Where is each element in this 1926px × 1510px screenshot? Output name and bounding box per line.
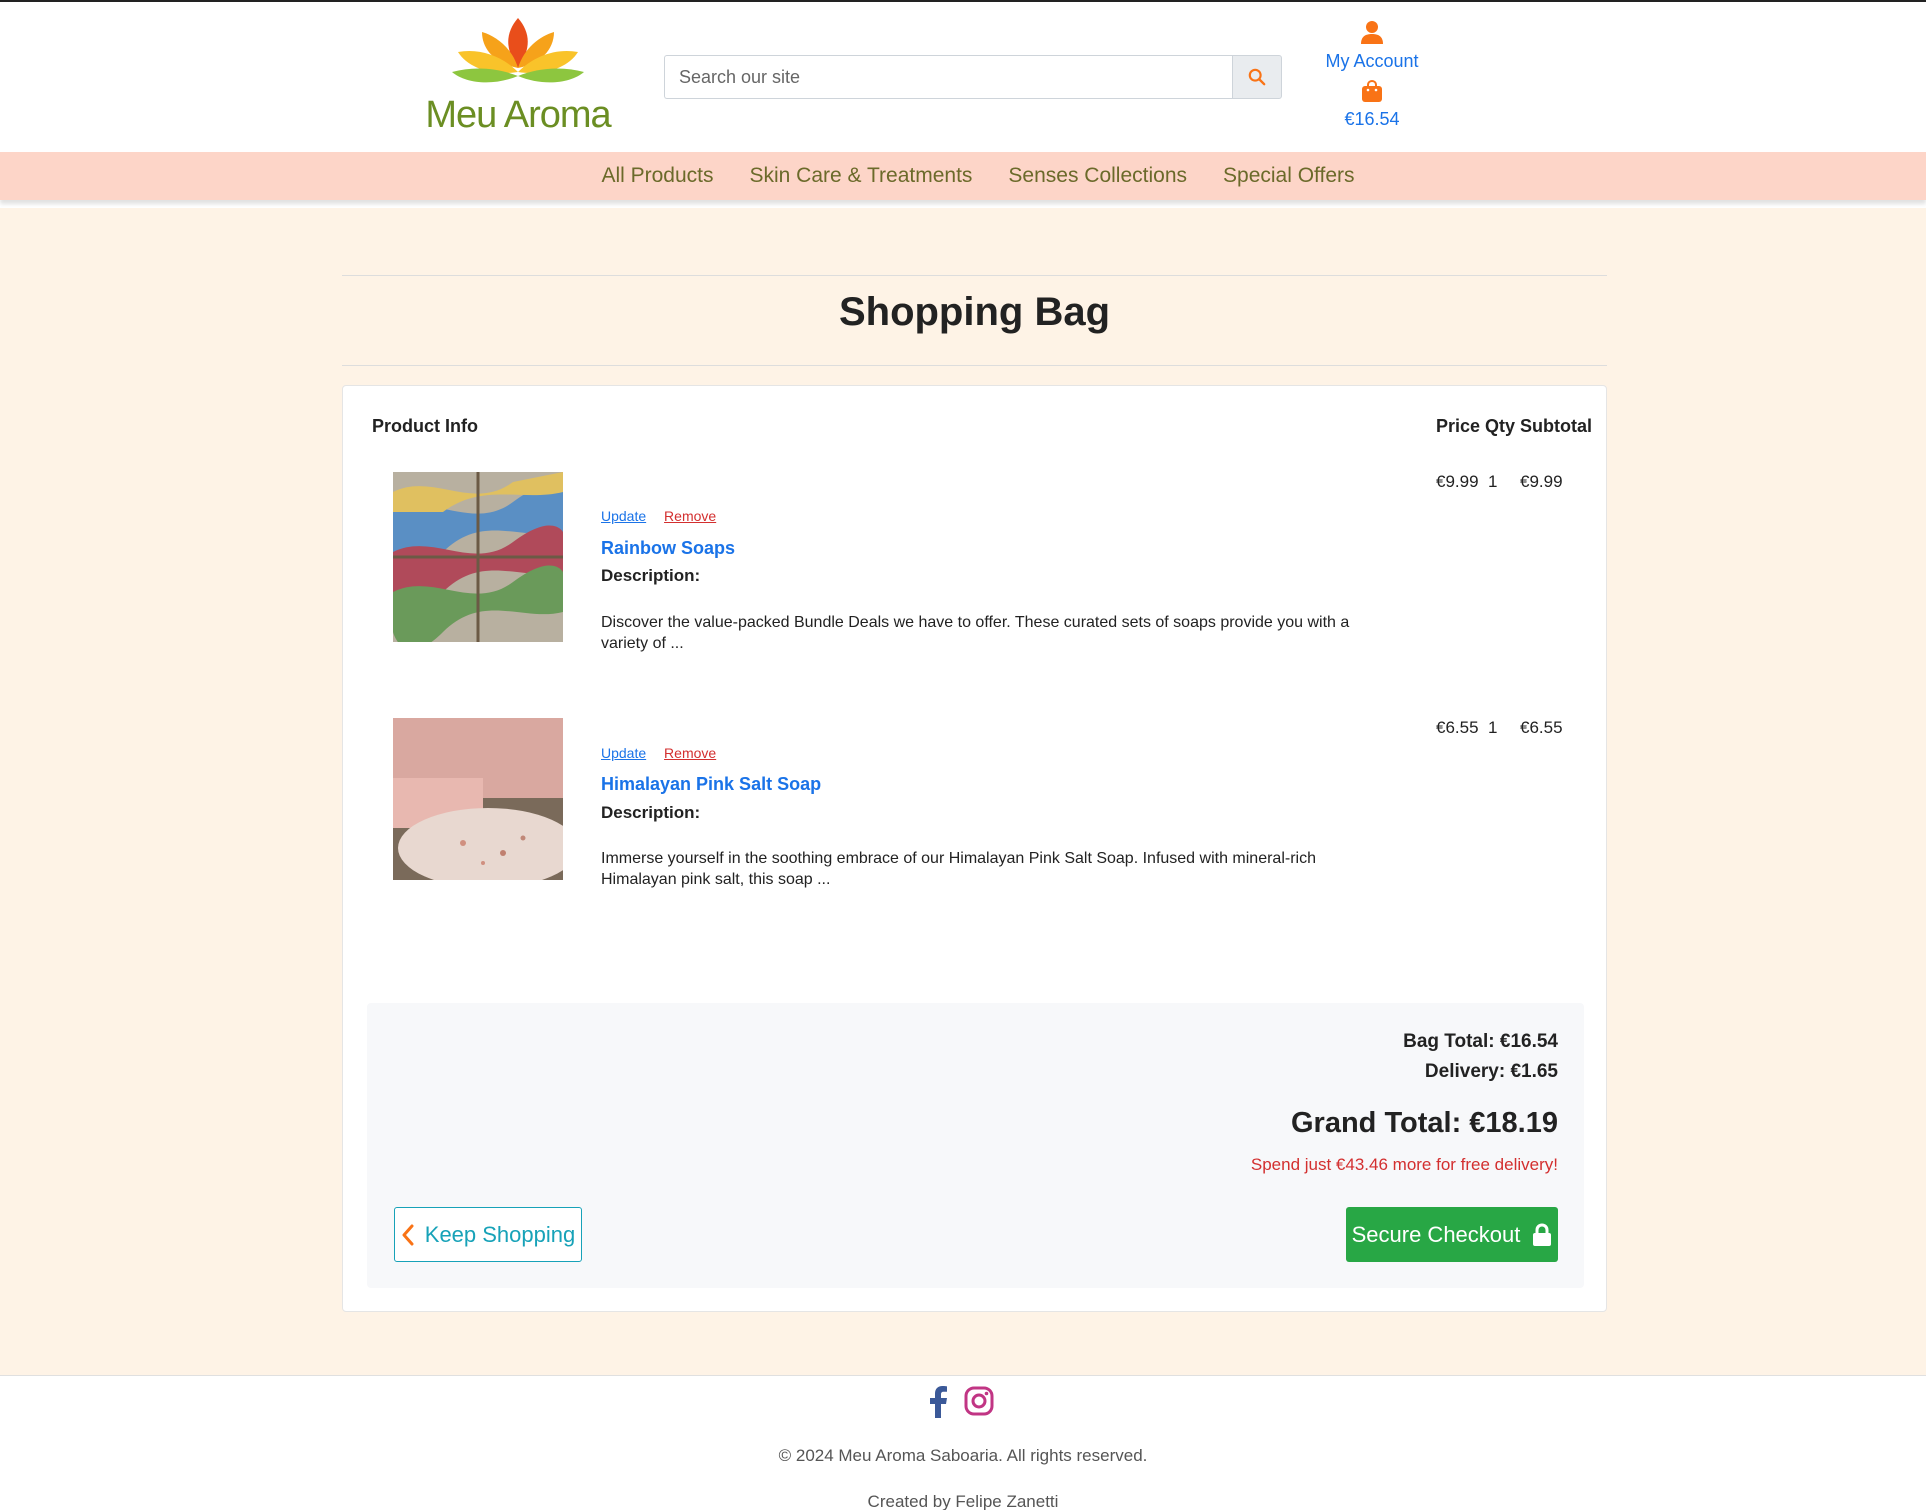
product-image-himalayan-soap[interactable] [393, 718, 563, 880]
product-name-link[interactable]: Himalayan Pink Salt Soap [601, 774, 821, 795]
bag-link[interactable]: €16.54 [1322, 79, 1422, 130]
brand-name: Meu Aroma [425, 94, 611, 136]
description-label: Description: [601, 803, 701, 822]
copyright-text: © 2024 Meu Aroma Saboaria. All rights re… [778, 1446, 1148, 1465]
account-area: My Account €16.54 [1322, 20, 1422, 130]
description-label: Description: [601, 566, 701, 585]
page-title: Shopping Bag [838, 290, 1111, 334]
product-name-link[interactable]: Rainbow Soaps [601, 538, 735, 559]
my-account-label: My Account [1325, 51, 1419, 71]
product-image-rainbow-soaps[interactable] [393, 472, 563, 642]
keep-shopping-label: Keep Shopping [424, 1221, 576, 1247]
credit-text: Created by Felipe Zanetti [867, 1492, 1059, 1510]
lotus-logo-icon [452, 18, 584, 83]
search-bar [664, 55, 1282, 99]
lock-icon [1533, 1222, 1552, 1246]
header-price: Price [1436, 416, 1481, 436]
item-qty: 1 [1488, 718, 1498, 737]
bag-total: Bag Total: €16.54 [1403, 1031, 1558, 1052]
nav-all-products[interactable]: All Products [601, 164, 713, 188]
product-image [393, 472, 563, 642]
bag-card: Product Info Price Qty Subtotal Update R… [342, 385, 1607, 1312]
bag-total-label: €16.54 [1344, 109, 1400, 129]
brand-logo[interactable]: Meu Aroma [422, 18, 614, 138]
main-nav: All Products Skin Care & Treatments Sens… [0, 152, 1926, 200]
item-price: €6.55 [1436, 718, 1479, 737]
chevron-left-icon [402, 1224, 414, 1245]
social-links [928, 1386, 994, 1423]
nav-special-offers[interactable]: Special Offers [1223, 164, 1355, 188]
grand-total: Grand Total: €18.19 [1291, 1107, 1558, 1139]
order-summary: Bag Total: €16.54 Delivery: €1.65 Grand … [367, 1003, 1584, 1288]
search-button[interactable] [1232, 55, 1282, 99]
instagram-icon [964, 1386, 994, 1416]
facebook-icon [930, 1386, 947, 1418]
remove-link[interactable]: Remove [664, 745, 716, 761]
free-delivery-note: Spend just €43.46 more for free delivery… [1250, 1155, 1558, 1174]
product-description: Discover the value-packed Bundle Deals w… [601, 614, 1350, 652]
site-header: Meu Aroma My Account €16.54 [0, 2, 1926, 152]
delivery-cost: Delivery: €1.65 [1424, 1061, 1558, 1082]
item-actions: Update Remove [601, 745, 730, 761]
site-footer: © 2024 Meu Aroma Saboaria. All rights re… [0, 1375, 1926, 1510]
title-divider-bottom [342, 365, 1607, 366]
secure-checkout-button[interactable]: Secure Checkout [1346, 1207, 1558, 1262]
remove-link[interactable]: Remove [664, 508, 716, 524]
keep-shopping-button[interactable]: Keep Shopping [394, 1207, 582, 1262]
product-description: Immerse yourself in the soothing embrace… [601, 850, 1316, 888]
update-link[interactable]: Update [601, 508, 646, 524]
item-subtotal: €6.55 [1520, 718, 1563, 737]
item-subtotal: €9.99 [1520, 472, 1563, 491]
shopping-bag-icon [1362, 79, 1382, 102]
item-qty: 1 [1488, 472, 1498, 491]
my-account-link[interactable]: My Account [1322, 20, 1422, 72]
title-divider-top [342, 275, 1607, 276]
nav-skin-care[interactable]: Skin Care & Treatments [750, 164, 973, 188]
item-actions: Update Remove [601, 508, 730, 524]
update-link[interactable]: Update [601, 745, 646, 761]
secure-checkout-label: Secure Checkout [1351, 1221, 1521, 1247]
header-subtotal: Subtotal [1520, 416, 1592, 436]
instagram-link[interactable] [964, 1386, 994, 1423]
search-icon [1248, 68, 1266, 86]
header-product-info: Product Info [372, 416, 478, 436]
facebook-link[interactable] [928, 1386, 948, 1423]
user-icon [1361, 21, 1383, 44]
nav-senses-collections[interactable]: Senses Collections [1008, 164, 1187, 188]
header-qty: Qty [1485, 416, 1516, 436]
search-input[interactable] [664, 55, 1232, 99]
item-price: €9.99 [1436, 472, 1479, 491]
product-image [393, 718, 563, 880]
